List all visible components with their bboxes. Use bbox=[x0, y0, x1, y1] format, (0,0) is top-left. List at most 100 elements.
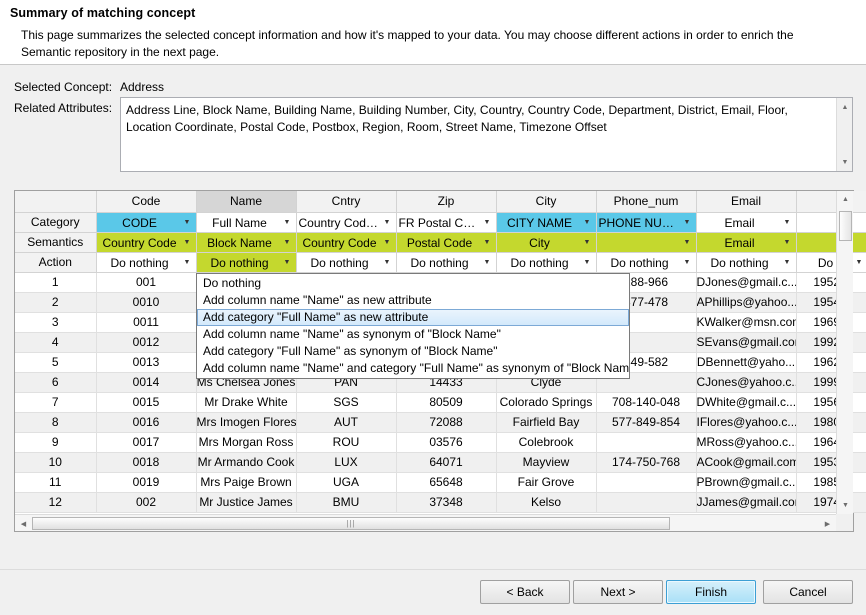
cell-code[interactable]: 0017 bbox=[96, 432, 196, 452]
chevron-down-icon[interactable]: ▼ bbox=[383, 233, 392, 253]
combo-category-5[interactable]: PHONE NUMBER▼ bbox=[596, 212, 696, 232]
combo-semantics-6[interactable]: Email▼ bbox=[696, 232, 796, 252]
chevron-down-icon[interactable]: ▼ bbox=[483, 253, 492, 273]
cell-phone[interactable] bbox=[596, 432, 696, 452]
column-header-name[interactable]: Name bbox=[196, 191, 296, 212]
cell-email[interactable]: APhillips@yahoo... bbox=[696, 292, 796, 312]
cell-email[interactable]: PBrown@gmail.c... bbox=[696, 472, 796, 492]
table-row[interactable]: 90017Mrs Morgan RossROU03576ColebrookMRo… bbox=[15, 432, 866, 452]
cell-email[interactable]: DJones@gmail.c... bbox=[696, 272, 796, 292]
row-number[interactable]: 3 bbox=[15, 312, 96, 332]
cell-date[interactable]: 1974-1 bbox=[796, 492, 866, 512]
chevron-down-icon[interactable]: ▼ bbox=[283, 253, 292, 273]
cell-cntry[interactable]: LUX bbox=[296, 452, 396, 472]
combo-action-0[interactable]: Do nothing▼ bbox=[96, 252, 196, 272]
cell-name[interactable]: Mr Armando Cook bbox=[196, 452, 296, 472]
grid-scroll-right-icon[interactable]: ▶ bbox=[819, 515, 836, 532]
cell-code[interactable]: 002 bbox=[96, 492, 196, 512]
dropdown-item[interactable]: Add column name "Name" and category "Ful… bbox=[197, 360, 629, 377]
cell-name[interactable]: Mr Drake White bbox=[196, 392, 296, 412]
cell-date[interactable]: 1980-0 bbox=[796, 412, 866, 432]
cell-code[interactable]: 0010 bbox=[96, 292, 196, 312]
chevron-down-icon[interactable]: ▼ bbox=[683, 253, 692, 273]
cell-code[interactable]: 0011 bbox=[96, 312, 196, 332]
cell-cntry[interactable]: ROU bbox=[296, 432, 396, 452]
column-header-email[interactable]: Email bbox=[696, 191, 796, 212]
scroll-down-icon[interactable]: ▼ bbox=[837, 154, 853, 170]
combo-action-3[interactable]: Do nothing▼ bbox=[396, 252, 496, 272]
cell-zip[interactable]: 37348 bbox=[396, 492, 496, 512]
grid-horizontal-scroll-thumb[interactable]: ||| bbox=[32, 517, 670, 530]
cell-email[interactable]: CJones@yahoo.c... bbox=[696, 372, 796, 392]
cell-email[interactable]: JJames@gmail.com bbox=[696, 492, 796, 512]
chevron-down-icon[interactable]: ▼ bbox=[583, 213, 592, 233]
combo-category-6[interactable]: Email▼ bbox=[696, 212, 796, 232]
cell-date[interactable]: 1956-0 bbox=[796, 392, 866, 412]
cell-phone[interactable]: 708-140-048 bbox=[596, 392, 696, 412]
combo-semantics-4[interactable]: City▼ bbox=[496, 232, 596, 252]
cell-email[interactable]: KWalker@msn.com bbox=[696, 312, 796, 332]
combo-semantics-2[interactable]: Country Code▼ bbox=[296, 232, 396, 252]
combo-action-7[interactable]: Do▼ bbox=[796, 252, 866, 272]
related-attributes-scrollbar[interactable]: ▲ ▼ bbox=[836, 98, 852, 171]
cell-zip[interactable]: 03576 bbox=[396, 432, 496, 452]
cell-zip[interactable]: 64071 bbox=[396, 452, 496, 472]
finish-button[interactable]: Finish bbox=[666, 580, 756, 604]
cell-name[interactable]: Mrs Morgan Ross bbox=[196, 432, 296, 452]
cell-zip[interactable]: 65648 bbox=[396, 472, 496, 492]
cell-date[interactable]: 1954-0 bbox=[796, 292, 866, 312]
combo-category-0[interactable]: CODE▼ bbox=[96, 212, 196, 232]
cell-city[interactable]: Colebrook bbox=[496, 432, 596, 452]
next-button[interactable]: Next > bbox=[573, 580, 663, 604]
cell-date[interactable]: 1985-0 bbox=[796, 472, 866, 492]
combo-category-3[interactable]: FR Postal Code▼ bbox=[396, 212, 496, 232]
grid-scroll-up-icon[interactable]: ▲ bbox=[837, 191, 854, 208]
column-header-zip[interactable]: Zip bbox=[396, 191, 496, 212]
cell-name[interactable]: Mr Justice James bbox=[196, 492, 296, 512]
cell-phone[interactable]: 174-750-768 bbox=[596, 452, 696, 472]
cell-date[interactable]: 1964-0 bbox=[796, 432, 866, 452]
cell-cntry[interactable]: SGS bbox=[296, 392, 396, 412]
table-row[interactable]: 70015Mr Drake WhiteSGS80509Colorado Spri… bbox=[15, 392, 866, 412]
cell-email[interactable]: ACook@gmail.com bbox=[696, 452, 796, 472]
row-number[interactable]: 9 bbox=[15, 432, 96, 452]
row-number[interactable]: 7 bbox=[15, 392, 96, 412]
cell-code[interactable]: 0013 bbox=[96, 352, 196, 372]
cell-cntry[interactable]: BMU bbox=[296, 492, 396, 512]
row-number[interactable]: 8 bbox=[15, 412, 96, 432]
grid-scroll-down-icon[interactable]: ▼ bbox=[837, 497, 854, 514]
row-number[interactable]: 1 bbox=[15, 272, 96, 292]
table-row[interactable]: 80016Mrs Imogen FloresAUT72088Fairfield … bbox=[15, 412, 866, 432]
cell-city[interactable]: Colorado Springs bbox=[496, 392, 596, 412]
chevron-down-icon[interactable]: ▼ bbox=[383, 213, 392, 233]
cell-email[interactable]: IFlores@yahoo.c... bbox=[696, 412, 796, 432]
combo-action-1[interactable]: Do nothing▼ bbox=[196, 252, 296, 272]
cell-email[interactable]: DWhite@gmail.c... bbox=[696, 392, 796, 412]
cell-code[interactable]: 0019 bbox=[96, 472, 196, 492]
dropdown-item[interactable]: Add category "Full Name" as synonym of "… bbox=[197, 343, 629, 360]
cell-name[interactable]: Mrs Paige Brown bbox=[196, 472, 296, 492]
cell-city[interactable]: Fairfield Bay bbox=[496, 412, 596, 432]
chevron-down-icon[interactable]: ▼ bbox=[483, 233, 492, 253]
combo-action-6[interactable]: Do nothing▼ bbox=[696, 252, 796, 272]
cancel-button[interactable]: Cancel bbox=[763, 580, 853, 604]
cell-code[interactable]: 0018 bbox=[96, 452, 196, 472]
cell-name[interactable]: Mrs Imogen Flores bbox=[196, 412, 296, 432]
column-header-cntry[interactable]: Cntry bbox=[296, 191, 396, 212]
cell-code[interactable]: 001 bbox=[96, 272, 196, 292]
cell-city[interactable]: Mayview bbox=[496, 452, 596, 472]
dropdown-item[interactable]: Add category "Full Name" as new attribut… bbox=[197, 309, 629, 326]
chevron-down-icon[interactable]: ▼ bbox=[683, 233, 692, 253]
chevron-down-icon[interactable]: ▼ bbox=[683, 213, 692, 233]
dropdown-item[interactable]: Add column name "Name" as new attribute bbox=[197, 292, 629, 309]
row-number[interactable]: 5 bbox=[15, 352, 96, 372]
combo-category-1[interactable]: Full Name▼ bbox=[196, 212, 296, 232]
cell-zip[interactable]: 80509 bbox=[396, 392, 496, 412]
chevron-down-icon[interactable]: ▼ bbox=[383, 253, 392, 273]
row-number[interactable]: 4 bbox=[15, 332, 96, 352]
cell-code[interactable]: 0016 bbox=[96, 412, 196, 432]
cell-email[interactable]: DBennett@yaho... bbox=[696, 352, 796, 372]
row-number[interactable]: 2 bbox=[15, 292, 96, 312]
cell-phone[interactable] bbox=[596, 492, 696, 512]
cell-code[interactable]: 0015 bbox=[96, 392, 196, 412]
